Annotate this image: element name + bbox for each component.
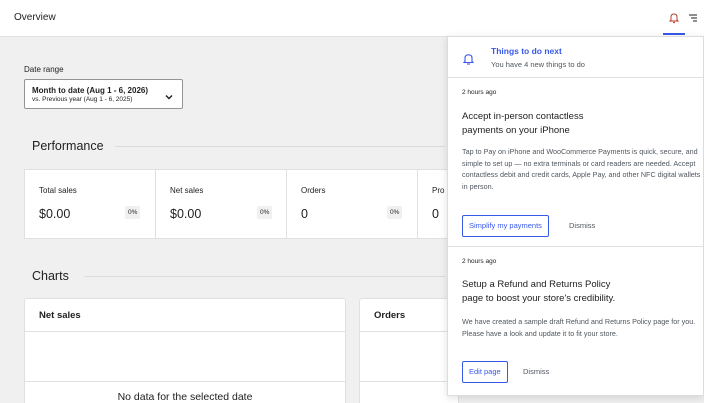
note-timestamp: 2 hours ago: [462, 258, 497, 265]
panel-subtitle: You have 4 new things to do: [491, 60, 585, 69]
performance-card: Total sales $0.00 0% Net sales $0.00 0% …: [24, 169, 464, 239]
stat-value: 0: [301, 207, 308, 221]
note-body: We have created a sample draft Refund an…: [462, 317, 696, 338]
chart-card-orders: Orders: [359, 298, 459, 403]
panel-title[interactable]: Things to do next: [491, 46, 562, 56]
note-title-line: page to boost your store's credibility.: [462, 293, 616, 304]
chart-card-title: Net sales: [39, 310, 81, 321]
stat-delta: 0%: [387, 206, 403, 219]
bell-icon[interactable]: [669, 12, 679, 24]
chart-card-title: Orders: [374, 310, 406, 321]
stat-net-sales[interactable]: Net sales $0.00 0%: [156, 170, 287, 238]
date-range-label: Date range: [24, 65, 64, 74]
stat-orders[interactable]: Orders 0 0%: [287, 170, 418, 238]
note-title-line: Accept in-person contactless: [462, 111, 584, 122]
note-timestamp: 2 hours ago: [462, 89, 497, 96]
simplify-payments-button[interactable]: Simplify my payments: [462, 215, 549, 237]
date-range-select[interactable]: Month to date (Aug 1 - 6, 2026) vs. Prev…: [24, 79, 183, 109]
stat-value: $0.00: [170, 207, 202, 221]
note-title-line: Setup a Refund and Returns Policy: [462, 279, 611, 290]
stat-delta: 0%: [257, 206, 273, 219]
date-range-comparison: vs. Previous year (Aug 1 - 6, 2025): [32, 96, 133, 103]
chart-card-header: Net sales: [25, 299, 345, 332]
header-bar: Overview: [0, 0, 704, 37]
stat-delta: 0%: [125, 206, 141, 219]
stat-label: Orders: [301, 186, 326, 195]
date-range-primary: Month to date (Aug 1 - 6, 2026): [32, 86, 149, 95]
stat-total-sales[interactable]: Total sales $0.00 0%: [25, 170, 156, 238]
dismiss-button[interactable]: Dismiss: [523, 367, 549, 376]
note-title-line: payments on your iPhone: [462, 125, 570, 136]
chart-divider: [360, 381, 458, 382]
note-body: Tap to Pay on iPhone and WooCommerce Pay…: [462, 147, 701, 191]
stat-value: $0.00: [39, 207, 71, 221]
active-tab-indicator: [663, 33, 685, 35]
page-title: Overview: [14, 12, 56, 23]
stat-label: Total sales: [39, 186, 77, 195]
performance-heading: Performance: [32, 139, 104, 153]
dismiss-button[interactable]: Dismiss: [569, 221, 595, 230]
charts-divider: [84, 276, 445, 277]
chart-card-net-sales: Net sales No data for the selected date: [24, 298, 346, 403]
stat-label: Net sales: [170, 186, 204, 195]
charts-heading: Charts: [32, 269, 69, 283]
inbox-note: 2 hours ago Setup a Refund and Returns P…: [448, 247, 703, 395]
edit-page-button[interactable]: Edit page: [462, 361, 508, 383]
chart-divider: [25, 381, 345, 382]
activity-panel: Things to do next You have 4 new things …: [447, 36, 704, 396]
chevron-down-icon: [164, 89, 174, 100]
menu-icon[interactable]: [688, 13, 698, 23]
bell-icon: [462, 52, 475, 65]
performance-divider: [115, 146, 445, 147]
chart-empty-message: No data for the selected date: [117, 391, 253, 403]
panel-header: Things to do next You have 4 new things …: [448, 37, 703, 78]
stat-value: 0: [432, 207, 439, 221]
chart-card-header: Orders: [360, 299, 458, 332]
stat-label: Pro: [432, 186, 445, 195]
